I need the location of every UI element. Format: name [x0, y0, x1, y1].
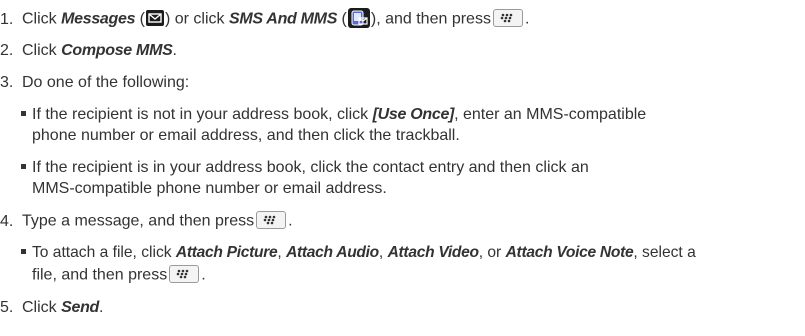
use-once-label: [Use Once] — [372, 106, 455, 123]
messages-label: Messages — [61, 10, 136, 28]
step-4-bullet-line-2: file, and then press. — [32, 265, 206, 284]
attach-video-label: Attach Video — [387, 244, 479, 261]
sms-mms-label: SMS And MMS — [228, 10, 338, 28]
step-3-bullet-1: If the recipient is not in your address … — [21, 105, 646, 125]
step-number: 4. — [0, 212, 14, 230]
attach-picture-label: Attach Picture — [175, 244, 278, 261]
blackberry-menu-key-icon — [492, 9, 523, 27]
blackberry-menu-key-icon — [256, 211, 287, 229]
step-number: 1. — [0, 10, 14, 28]
attach-voice-note-label: Attach Voice Note — [505, 244, 634, 261]
envelope-icon — [145, 10, 164, 26]
step-number: 2. — [0, 42, 14, 59]
bullet-marker — [21, 111, 26, 117]
step-3: 3. Do one of the following: — [0, 74, 190, 91]
instructions-page: 1. Click Messages () or click SMS And MMS… — [0, 0, 805, 336]
step-number: 3. — [0, 74, 14, 91]
step-5: 5. Click Send. — [0, 299, 104, 316]
bullet-marker — [21, 164, 26, 170]
sms-mms-icon — [347, 8, 370, 28]
bullet-marker — [21, 249, 26, 255]
step-4-bullet: To attach a file, click Attach Picture, … — [21, 243, 696, 263]
step-2: 2. Click Compose MMS. — [0, 42, 177, 59]
compose-mms-label: Compose MMS — [61, 42, 173, 59]
blackberry-menu-key-icon — [169, 265, 200, 283]
step-3-bullet-1-line-2: phone number or email address, and then … — [32, 127, 460, 144]
step-3-bullet-2-line-2: MMS-compatible phone number or email add… — [32, 180, 387, 197]
step-number: 5. — [0, 299, 14, 316]
attach-audio-label: Attach Audio — [286, 244, 379, 261]
step-3-bullet-2: If the recipient is in your address book… — [21, 158, 589, 178]
step-4: 4. Type a message, and then press. — [0, 211, 293, 230]
send-label: Send — [61, 299, 100, 316]
step-1: 1. Click Messages () or click SMS And MMS… — [0, 8, 529, 31]
